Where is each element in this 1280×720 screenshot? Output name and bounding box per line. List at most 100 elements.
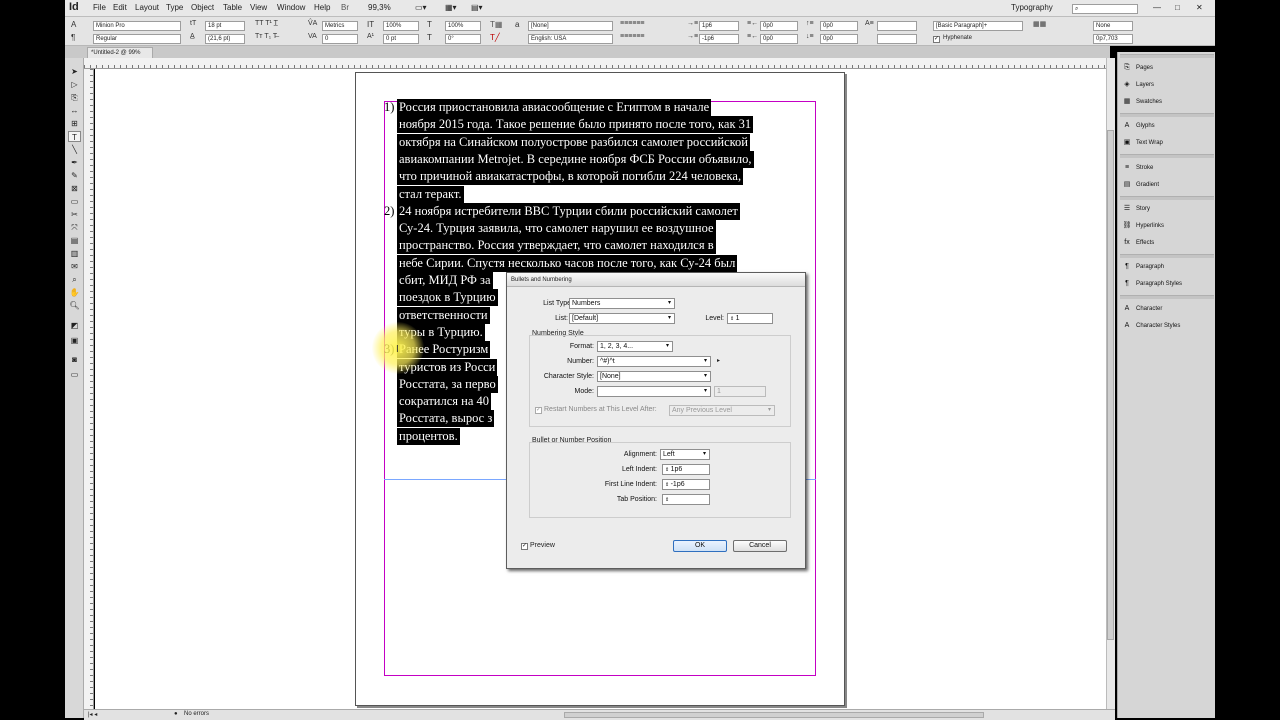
font-family-field[interactable]: Minion Pro	[93, 21, 181, 31]
type-tool-icon[interactable]: T	[68, 131, 81, 142]
horizontal-ruler[interactable]	[84, 58, 1106, 69]
paragraph-style-field[interactable]: [Basic Paragraph]+	[933, 21, 1023, 31]
horizontal-scale-field[interactable]: 100%	[445, 21, 481, 31]
dialog-title[interactable]: Bullets and Numbering	[507, 273, 805, 287]
menu-view[interactable]: View	[250, 3, 267, 12]
space-after-field[interactable]: 0p0	[820, 34, 858, 44]
restart-numbers-checkbox[interactable]: ✓	[535, 407, 542, 414]
font-style-field[interactable]: Regular	[93, 34, 181, 44]
text-line[interactable]: Росстата, за перво	[397, 375, 498, 393]
menu-type[interactable]: Type	[166, 3, 183, 12]
baseline-shift-field[interactable]: 0 pt	[383, 34, 419, 44]
character-mode-icon[interactable]: A	[71, 20, 76, 29]
paragraph-mode-icon[interactable]: ¶	[71, 33, 75, 42]
character-style-select[interactable]: [None] ▾	[597, 371, 711, 382]
insert-special-icon[interactable]: ▸	[717, 357, 720, 364]
left-indent-field[interactable]: 1p6	[699, 21, 739, 31]
drop-cap-chars-field[interactable]	[877, 34, 917, 44]
panel-character[interactable]: A Character	[1121, 301, 1213, 316]
first-line-indent-stepper[interactable]: ⇕ -1p6	[662, 479, 710, 490]
cancel-button[interactable]: Cancel	[733, 540, 787, 552]
close-icon[interactable]: ✕	[1196, 3, 1203, 12]
kerning-field[interactable]: Metrics	[322, 21, 358, 31]
text-line[interactable]: пространство. Россия утверждает, что сам…	[397, 237, 716, 255]
vertical-scale-field[interactable]: 100%	[383, 21, 419, 31]
eyedropper-tool-icon[interactable]: ⌕	[68, 274, 81, 285]
panel-group-header[interactable]	[1120, 54, 1214, 58]
panel-group-header[interactable]	[1120, 196, 1214, 200]
alignment-select[interactable]: Left ▾	[660, 449, 710, 460]
text-line[interactable]: октября на Синайском полуострове разбилс…	[397, 133, 750, 151]
left-indent-stepper[interactable]: ⇕ 1p6	[662, 464, 710, 475]
vertical-ruler[interactable]	[84, 69, 94, 709]
pen-tool-icon[interactable]: ✒	[68, 157, 81, 168]
panel-story[interactable]: ☰ Story	[1121, 201, 1213, 216]
align-justify-icon[interactable]: ≡≡≡≡≡≡	[620, 33, 645, 40]
menu-table[interactable]: Table	[223, 3, 242, 12]
view-options-icon[interactable]: ▭▾	[415, 3, 427, 12]
line-tool-icon[interactable]: ╲	[68, 144, 81, 155]
small-caps-icon[interactable]: Tт T₁ T̶	[255, 33, 277, 40]
panel-paragraph-styles[interactable]: ¶ Paragraph Styles	[1121, 276, 1213, 291]
text-line[interactable]: ноября 2015 года. Такое решение было при…	[397, 116, 754, 134]
panel-group-header[interactable]	[1120, 113, 1214, 117]
text-line[interactable]: Су-24. Турция заявила, что самолет наруш…	[397, 220, 716, 238]
panel-group-header[interactable]	[1120, 154, 1214, 158]
text-line[interactable]: сбит, МИД РФ за	[397, 272, 493, 289]
panel-hyperlinks[interactable]: ⛓ Hyperlinks	[1121, 218, 1213, 233]
align-left-icon[interactable]: ≡≡≡≡≡≡	[620, 20, 645, 27]
hyphenate-checkbox[interactable]: ✓	[933, 36, 940, 43]
vertical-scrollbar-thumb[interactable]	[1107, 130, 1114, 640]
panel-group-header[interactable]	[1120, 254, 1214, 258]
workspace-switcher[interactable]: Typography	[1011, 3, 1053, 12]
character-style-field[interactable]: [None]	[528, 21, 613, 31]
content-collector-icon[interactable]: ⊞	[68, 118, 81, 129]
panel-paragraph[interactable]: ¶ Paragraph	[1121, 259, 1213, 274]
ok-button[interactable]: OK	[673, 540, 727, 552]
selection-tool-icon[interactable]: ➤	[68, 66, 81, 77]
menu-file[interactable]: File	[93, 3, 106, 12]
restart-level-select[interactable]: Any Previous Level ▾	[669, 405, 775, 416]
text-line[interactable]: небе Сирии. Спустя несколько часов после…	[397, 254, 738, 272]
hand-tool-icon[interactable]: ✋	[68, 287, 81, 298]
all-caps-icon[interactable]: TT T¹ T̲	[255, 20, 278, 27]
normal-view-icon[interactable]: ◙	[68, 354, 81, 365]
list-select[interactable]: [Default] ▾	[569, 313, 675, 324]
horizontal-scrollbar[interactable]	[564, 712, 984, 718]
last-line-indent-field[interactable]: 0p0	[760, 34, 798, 44]
note-tool-icon[interactable]: ✉	[68, 261, 81, 272]
columns-field[interactable]: None	[1093, 21, 1133, 31]
menu-object[interactable]: Object	[191, 3, 214, 12]
rectangle-tool-icon[interactable]: ▭	[68, 196, 81, 207]
text-line[interactable]: стал теракт.	[397, 185, 464, 203]
gap-tool-icon[interactable]: ↔	[68, 105, 81, 116]
direct-selection-tool-icon[interactable]: ▷	[68, 79, 81, 90]
text-line[interactable]: поездок в Турцию	[397, 289, 498, 307]
skew-field[interactable]: 0°	[445, 34, 481, 44]
gradient-swatch-tool-icon[interactable]: ▤	[68, 235, 81, 246]
space-before-field[interactable]: 0p0	[820, 21, 858, 31]
preflight-icon[interactable]: ●	[174, 711, 178, 717]
search-input[interactable]: ⌕	[1072, 4, 1138, 14]
free-transform-tool-icon[interactable]: ⤧	[68, 222, 81, 233]
scissors-tool-icon[interactable]: ✂	[68, 209, 81, 220]
level-stepper[interactable]: ⇕ 1	[727, 313, 773, 324]
arrange-icon[interactable]: ▤▾	[471, 3, 483, 12]
text-line[interactable]: авиакомпании Metrojet. В середине ноября…	[397, 150, 754, 168]
maximize-icon[interactable]: □	[1175, 3, 1180, 12]
panel-glyphs[interactable]: A Glyphs	[1121, 118, 1213, 133]
mode-start-field[interactable]: 1	[714, 386, 766, 397]
panel-stroke[interactable]: ≡ Stroke	[1121, 160, 1213, 175]
text-line[interactable]: Росстата, вырос з	[397, 410, 495, 428]
tracking-field[interactable]: 0	[322, 34, 358, 44]
mode-select[interactable]: ▾	[597, 386, 711, 397]
pencil-tool-icon[interactable]: ✎	[68, 170, 81, 181]
menu-window[interactable]: Window	[277, 3, 305, 12]
first-page-icon[interactable]: |◂ ◂	[88, 711, 97, 718]
menu-layout[interactable]: Layout	[135, 3, 159, 12]
text-line[interactable]: что причиной авиакатастрофы, в которой п…	[397, 168, 744, 186]
gradient-feather-tool-icon[interactable]: ▥	[68, 248, 81, 259]
right-indent-field[interactable]: 0p0	[760, 21, 798, 31]
text-line[interactable]: Россия приостановила авиасообщение с Еги…	[397, 99, 712, 116]
screen-mode-tool-icon[interactable]: ▭	[68, 369, 81, 380]
